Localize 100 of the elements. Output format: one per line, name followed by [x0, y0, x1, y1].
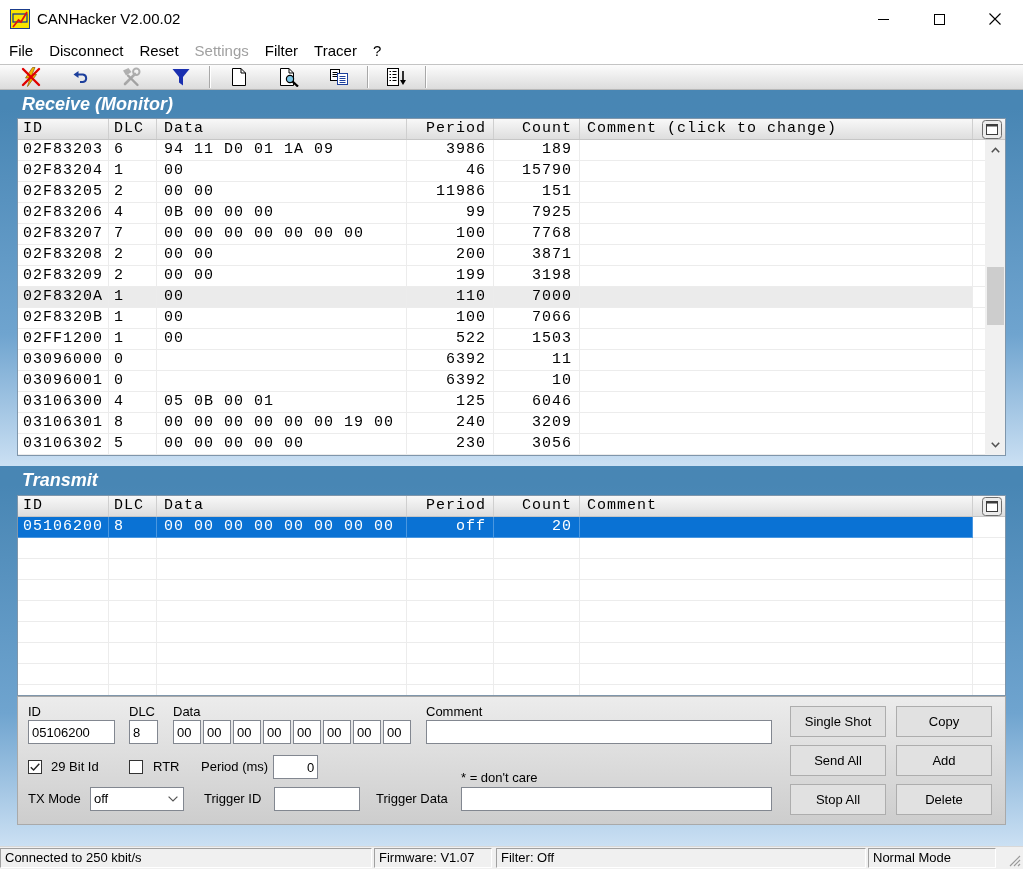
- table-row[interactable]: 03106300 4 05 0B 00 01 125 6046: [18, 392, 973, 413]
- table-row[interactable]: 02F83209 2 00 00 199 3198: [18, 266, 973, 287]
- table-row[interactable]: 05106200 8 00 00 00 00 00 00 00 00 off 20: [18, 517, 973, 538]
- action-button[interactable]: Copy: [896, 706, 992, 737]
- column-header[interactable]: DLC: [109, 119, 157, 139]
- table-cell: 03106302: [18, 434, 109, 455]
- action-button[interactable]: Add: [896, 745, 992, 776]
- resize-grip-icon[interactable]: [1009, 855, 1021, 867]
- document-icon[interactable]: [232, 68, 246, 86]
- table-cell: 00 00 00 00 00 00 00 00: [157, 517, 407, 538]
- scrollbar-thumb[interactable]: [986, 267, 1004, 325]
- column-header[interactable]: Data: [157, 119, 407, 139]
- menu-item[interactable]: Filter: [256, 41, 307, 61]
- menu-item[interactable]: Tracer: [306, 41, 365, 61]
- table-cell: 230: [407, 434, 494, 455]
- table-row[interactable]: 02F83208 2 00 00 200 3871: [18, 245, 973, 266]
- data-byte-field[interactable]: 00: [233, 720, 261, 744]
- field-label: Trigger Data: [376, 790, 449, 809]
- copy-icon[interactable]: [330, 69, 348, 85]
- status-panel: Connected to 250 kbit/s: [0, 848, 372, 868]
- field-label: DLC: [129, 703, 156, 720]
- field-label: TX Mode: [28, 790, 82, 809]
- table-row[interactable]: 02F83206 4 0B 00 00 00 99 7925: [18, 203, 973, 224]
- data-byte-field[interactable]: 00: [263, 720, 291, 744]
- column-header[interactable]: ID: [18, 496, 109, 516]
- table-row[interactable]: 03096000 0 6392 11: [18, 350, 973, 371]
- window-icon[interactable]: [982, 496, 1002, 516]
- checkbox-label: RTR: [153, 758, 180, 777]
- status-panel: Normal Mode: [868, 848, 996, 868]
- maximize-icon[interactable]: [933, 13, 945, 25]
- chevron-down-icon[interactable]: [168, 796, 178, 802]
- menu-item[interactable]: Disconnect: [41, 41, 132, 61]
- panel-title: Receive (Monitor): [21, 93, 175, 116]
- document-magnifier-icon[interactable]: [279, 67, 299, 87]
- column-header[interactable]: ID: [18, 119, 109, 139]
- funnel-icon[interactable]: [172, 68, 190, 86]
- column-header[interactable]: Period: [407, 496, 494, 516]
- checkbox[interactable]: [28, 760, 42, 774]
- column-header[interactable]: Data: [157, 496, 407, 516]
- chevron-down-icon[interactable]: [990, 442, 1000, 448]
- data-byte-field[interactable]: 00: [353, 720, 381, 744]
- column-header[interactable]: DLC: [109, 496, 157, 516]
- action-button[interactable]: Send All: [790, 745, 886, 776]
- close-icon[interactable]: [989, 13, 1001, 25]
- table-row[interactable]: 02F83204 1 00 46 15790: [18, 161, 973, 182]
- trigger-data-field[interactable]: [461, 787, 772, 811]
- column-header[interactable]: Period: [407, 119, 494, 139]
- column-header[interactable]: Count: [494, 496, 580, 516]
- panel-title: Transmit: [21, 469, 100, 492]
- id-field[interactable]: 05106200: [28, 720, 115, 744]
- scrollbar[interactable]: [985, 140, 1005, 455]
- window-icon[interactable]: [982, 119, 1002, 139]
- curved-arrow-icon[interactable]: [73, 71, 89, 83]
- field-label: Comment: [426, 703, 484, 720]
- table-row[interactable]: 02FF1200 1 00 522 1503: [18, 329, 973, 350]
- status-panel: Firmware: V1.07: [374, 848, 492, 868]
- minimize-icon[interactable]: [877, 18, 889, 20]
- table-cell: 05106200: [18, 517, 109, 538]
- list-down-arrow-icon[interactable]: [387, 68, 407, 86]
- data-byte-field[interactable]: 00: [323, 720, 351, 744]
- dlc-field[interactable]: 8: [129, 720, 158, 744]
- trigger-id-field[interactable]: [274, 787, 360, 811]
- comment-field[interactable]: [426, 720, 772, 744]
- table-row[interactable]: 03106302 5 00 00 00 00 00 230 3056: [18, 434, 973, 455]
- table-cell: 20: [494, 517, 580, 538]
- column-header[interactable]: Comment (click to change): [580, 119, 973, 139]
- chevron-up-icon[interactable]: [990, 147, 1000, 153]
- window-title: CANHacker V2.00.02: [37, 9, 181, 29]
- checkbox-label: 29 Bit Id: [51, 758, 99, 777]
- table-row[interactable]: 02F83205 2 00 00 11986 151: [18, 182, 973, 203]
- menu-item[interactable]: ?: [364, 41, 390, 61]
- table-row[interactable]: 02F8320B 1 00 100 7066: [18, 308, 973, 329]
- column-header[interactable]: Count: [494, 119, 580, 139]
- data-byte-field[interactable]: 00: [173, 720, 201, 744]
- table-row[interactable]: 03096001 0 6392 10: [18, 371, 973, 392]
- table-row[interactable]: 02F8320A 1 00 110 7000: [18, 287, 973, 308]
- table-cell: 8: [109, 517, 157, 538]
- field-label: Trigger ID: [204, 790, 263, 809]
- data-byte-field[interactable]: 00: [383, 720, 411, 744]
- action-button[interactable]: Single Shot: [790, 706, 886, 737]
- action-button[interactable]: Stop All: [790, 784, 886, 815]
- tx-mode-dropdown[interactable]: off: [90, 787, 184, 811]
- table-row[interactable]: 02F83207 7 00 00 00 00 00 00 00 100 7768: [18, 224, 973, 245]
- data-byte-field[interactable]: 00: [293, 720, 321, 744]
- crossed-lightning-icon[interactable]: [21, 67, 41, 87]
- field-label: Period (ms): [201, 758, 269, 777]
- table-row[interactable]: 03106301 8 00 00 00 00 00 00 19 00 240 3209: [18, 413, 973, 434]
- action-button[interactable]: Delete: [896, 784, 992, 815]
- table-cell: 00 00 00 00 00: [157, 434, 407, 455]
- menu-item[interactable]: Reset: [131, 41, 187, 61]
- period-field[interactable]: 0: [273, 755, 319, 779]
- checkbox[interactable]: [129, 760, 143, 774]
- app-logo-icon: [10, 9, 30, 29]
- table-row[interactable]: 02F83203 6 94 11 D0 01 1A 09 3986 189: [18, 140, 973, 161]
- table-cell: off: [407, 517, 494, 538]
- data-byte-field[interactable]: 00: [203, 720, 231, 744]
- hint-text: * = don't care: [461, 771, 538, 785]
- field-label: ID: [28, 703, 42, 720]
- menu-item[interactable]: File: [1, 41, 42, 61]
- column-header[interactable]: Comment: [580, 496, 973, 516]
